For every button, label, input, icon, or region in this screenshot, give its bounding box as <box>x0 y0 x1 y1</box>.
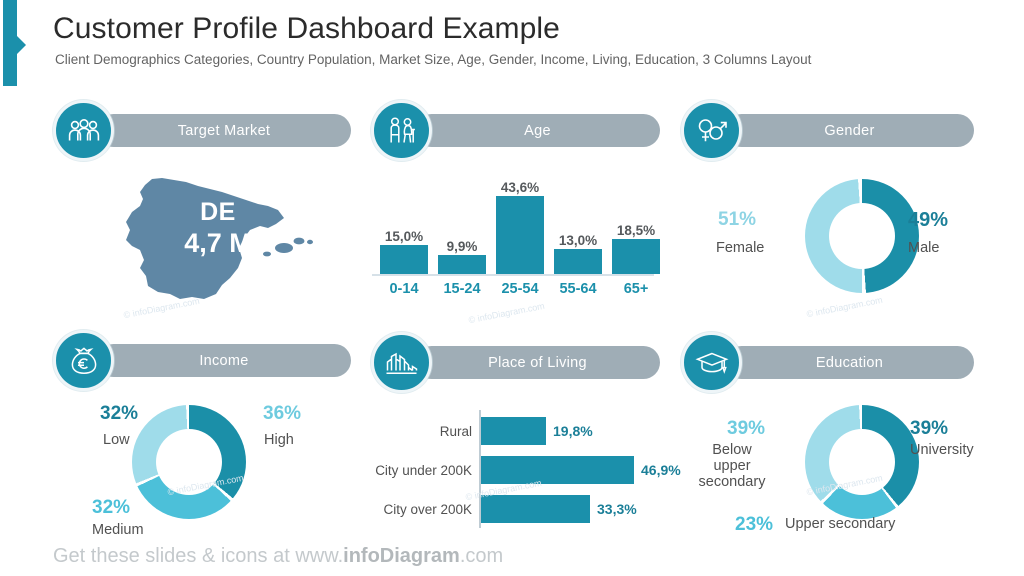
footer-prefix: Get these slides & icons at www. <box>53 545 344 567</box>
gender-symbols-icon <box>681 100 742 161</box>
bar-age-55-64: 13,0% <box>554 190 602 276</box>
hbar-label-rural: Rural <box>439 424 472 439</box>
section-header-place-of-living: Place of Living <box>371 332 661 393</box>
section-header-gender: Gender <box>681 100 976 161</box>
chart-income-split <box>132 405 246 519</box>
bar-value-age-15-24: 9,9% <box>446 239 478 254</box>
age-people-icon <box>371 100 432 161</box>
hbar-rect-rural <box>481 417 546 445</box>
section-title-target-market: Target Market <box>177 122 271 139</box>
section-income: Income <box>53 330 353 391</box>
section-title-age: Age <box>524 122 551 139</box>
legend-value-income-low: 32% <box>100 403 139 424</box>
bar-category-age-65-plus: 65+ <box>623 281 649 297</box>
section-title-pill-target-market: Target Market <box>97 114 351 147</box>
section-title-pill-education: Education <box>725 346 974 379</box>
bar-rect-age-25-54 <box>496 196 544 274</box>
legend-label-education-university: University <box>910 442 974 458</box>
legend-label-education-upper: Upper secondary <box>785 516 896 532</box>
hbar-label-city-under-200k: City under 200K <box>375 463 472 478</box>
hbar-label-city-over-200k: City over 200K <box>383 502 472 517</box>
legend-label-income-low: Low <box>103 432 130 448</box>
bar-age-25-54: 43,6% <box>496 180 544 276</box>
left-accent-chevron-icon <box>17 36 26 54</box>
left-accent-bar <box>3 0 17 86</box>
bar-age-15-24: 9,9% <box>438 190 486 276</box>
bar-value-age-0-14: 15,0% <box>384 229 424 244</box>
section-title-pill-age: Age <box>415 114 660 147</box>
footer-brand: infoDiagram <box>343 545 460 567</box>
hbar-value-city-under-200k: 46,9% <box>641 462 681 478</box>
section-header-target-market: Target Market <box>53 100 353 161</box>
section-header-education: Education <box>681 332 976 393</box>
bar-category-age-0-14: 0-14 <box>389 281 419 297</box>
chart-education-split <box>805 405 919 519</box>
bar-age-65-plus: 18,5% <box>612 190 660 276</box>
hbar-rect-city-under-200k <box>481 456 634 484</box>
money-bag-euro-icon <box>53 330 114 391</box>
bar-rect-age-15-24 <box>438 255 486 274</box>
legend-value-income-medium: 32% <box>92 497 131 518</box>
bar-age-0-14: 15,0% <box>380 190 428 276</box>
bar-category-age-55-64: 55-64 <box>559 281 597 297</box>
donut-hole-income <box>156 429 222 495</box>
bar-rect-age-65-plus <box>612 239 660 274</box>
footer-promo: Get these slides & icons at www.infoDiag… <box>53 545 503 568</box>
slide-canvas: Customer Profile Dashboard Example Clien… <box>0 0 1024 576</box>
section-header-age: Age <box>371 100 661 161</box>
legend-value-education-below: 39% <box>727 418 766 439</box>
chart-age-distribution: 15,0% 9,9% 43,6% 13,0% 18,5% <box>372 180 660 276</box>
legend-label-income-medium: Medium <box>92 522 144 538</box>
section-title-pill-living: Place of Living <box>415 346 660 379</box>
section-age: Age <box>371 100 661 161</box>
legend-label-female: Female <box>716 240 765 256</box>
hbar-value-city-over-200k: 33,3% <box>597 501 637 517</box>
city-skyline-icon <box>371 332 432 393</box>
legend-label-education-below: Below upper secondary <box>698 442 766 491</box>
hbar-rect-city-over-200k <box>481 495 590 523</box>
watermark: © infoDiagram.com <box>805 294 884 320</box>
section-title-gender: Gender <box>824 122 875 139</box>
section-title-pill-gender: Gender <box>725 114 974 147</box>
page-subtitle: Client Demographics Categories, Country … <box>55 52 812 67</box>
hbar-value-rural: 19,8% <box>553 423 593 439</box>
section-target-market: Target Market <box>53 100 353 161</box>
legend-label-income-high: High <box>264 432 294 448</box>
section-title-education: Education <box>815 354 884 371</box>
section-title-living: Place of Living <box>488 354 587 371</box>
bar-category-age-25-54: 25-54 <box>501 281 539 297</box>
legend-label-male: Male <box>908 240 940 256</box>
bar-value-age-25-54: 43,6% <box>500 180 540 195</box>
bar-rect-age-0-14 <box>380 245 428 274</box>
footer-suffix: .com <box>459 545 504 567</box>
legend-value-education-upper: 23% <box>735 514 774 535</box>
section-gender: Gender <box>681 100 976 161</box>
map-country-code: DE <box>200 198 236 226</box>
bar-rect-age-55-64 <box>554 249 602 274</box>
legend-value-female: 51% <box>718 209 757 230</box>
chart-gender-split <box>805 179 919 293</box>
legend-value-male: 49% <box>908 209 949 231</box>
bar-value-age-65-plus: 18,5% <box>616 223 656 238</box>
section-title-income: Income <box>199 352 249 369</box>
bar-category-age-15-24: 15-24 <box>443 281 481 297</box>
donut-hole-education <box>829 429 895 495</box>
people-icon <box>53 100 114 161</box>
section-header-income: Income <box>53 330 353 391</box>
legend-value-education-university: 39% <box>910 418 949 439</box>
graduation-cap-icon <box>681 332 742 393</box>
donut-hole-gender <box>829 203 895 269</box>
bar-value-age-55-64: 13,0% <box>558 233 598 248</box>
section-place-of-living: Place of Living <box>371 332 661 393</box>
section-title-pill-income: Income <box>97 344 351 377</box>
watermark: © infoDiagram.com <box>467 300 546 326</box>
section-education: Education <box>681 332 976 393</box>
page-title: Customer Profile Dashboard Example <box>53 12 560 45</box>
legend-value-income-high: 36% <box>263 403 302 424</box>
map-population: 4,7 M <box>184 228 252 258</box>
